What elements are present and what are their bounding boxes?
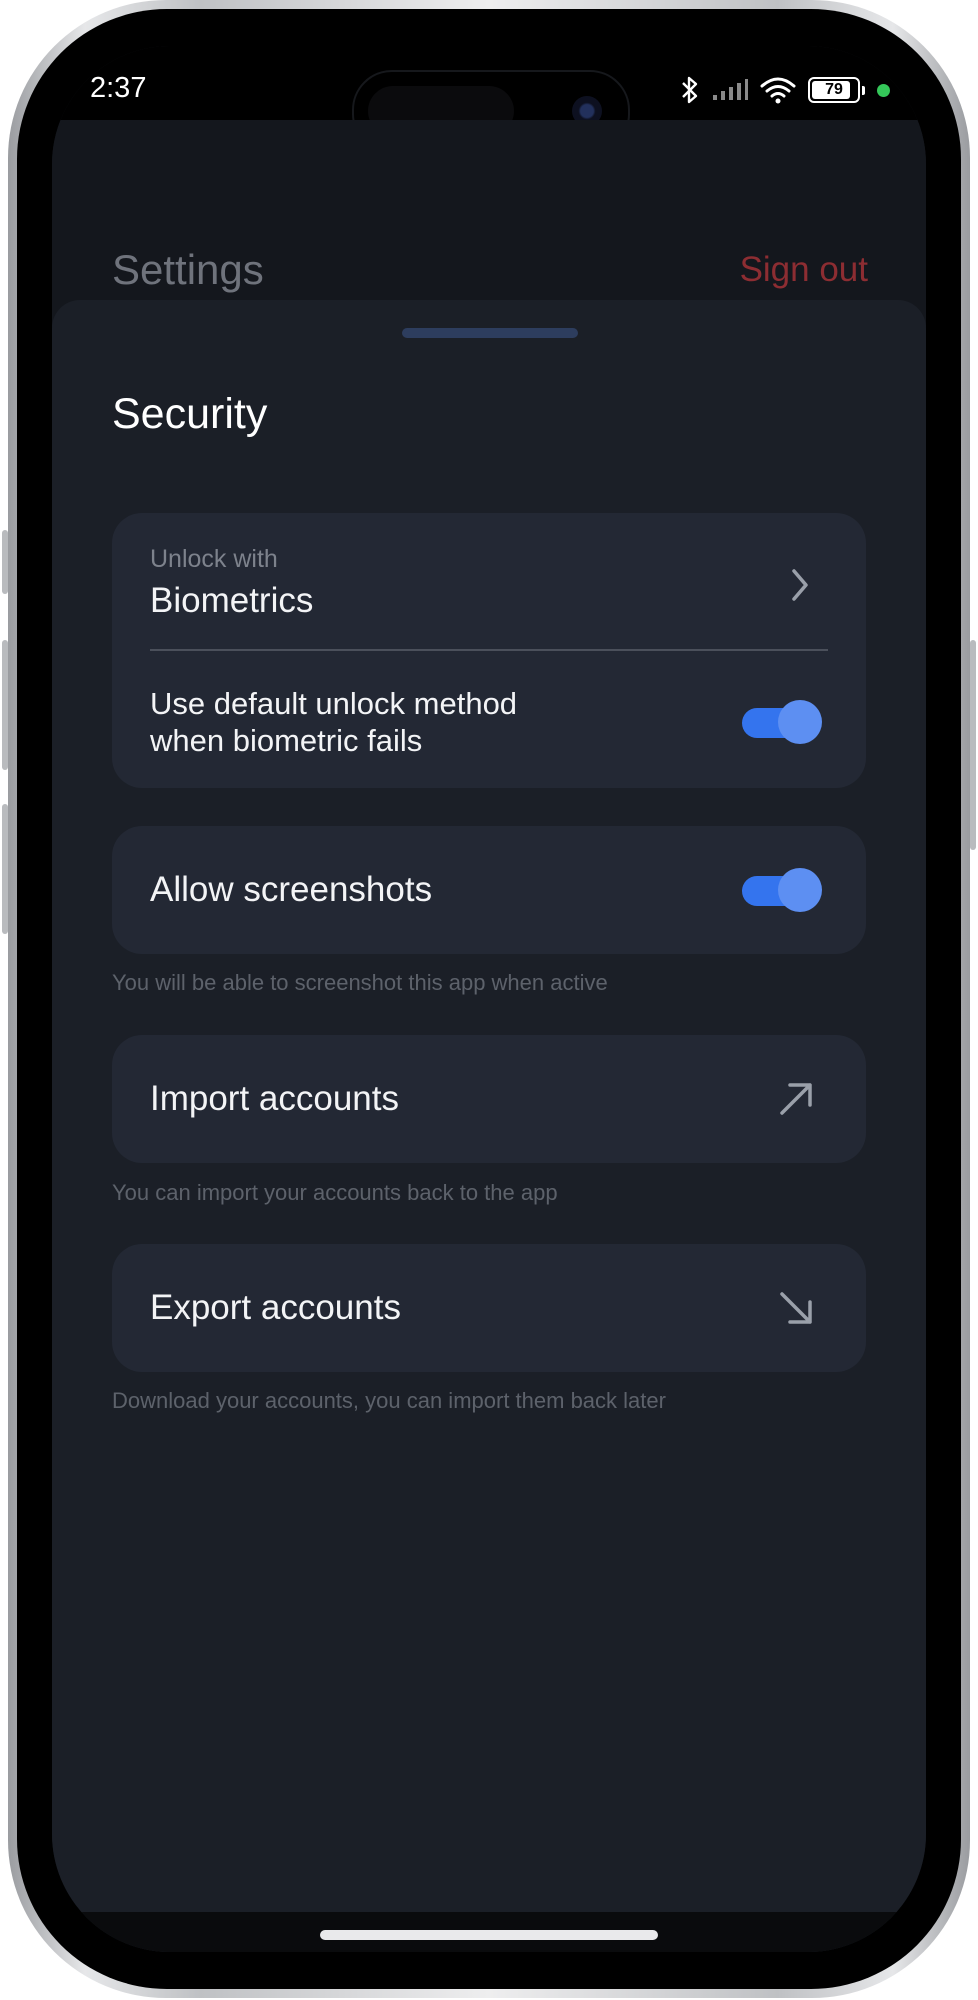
arrow-down-right-icon [780,1292,812,1324]
sheet-grabber[interactable] [402,328,578,338]
allow-screenshots-label: Allow screenshots [150,870,433,909]
allow-screenshots-toggle[interactable] [742,868,822,912]
export-accounts-label: Export accounts [150,1288,401,1327]
battery-percentage: 79 [825,81,843,98]
power-button [970,640,976,850]
page-title: Settings [112,246,264,293]
unlock-with-value: Biometrics [150,581,314,620]
security-sheet: Security Unlock with Biometrics Use defa… [52,300,926,1952]
unlock-with-row[interactable]: Unlock with Biometrics [112,513,866,649]
unlock-with-label: Unlock with [150,545,278,573]
status-time: 2:37 [90,72,147,104]
cellular-signal-icon [713,79,748,100]
default-unlock-toggle[interactable] [742,700,822,744]
default-unlock-label: Use default unlock method when biometric… [150,685,517,759]
battery-tip [862,85,865,95]
toggle-knob [778,700,822,744]
sign-out-button[interactable]: Sign out [740,250,868,290]
mute-switch [2,530,8,594]
status-icons: 79 [680,70,890,110]
default-unlock-label-line2: when biometric fails [150,723,423,758]
volume-down-button [2,804,8,934]
screenshots-helper-text: You will be able to screenshot this app … [112,970,608,995]
allow-screenshots-card: Allow screenshots [112,826,866,954]
import-helper-text: You can import your accounts back to the… [112,1180,558,1205]
unlock-card: Unlock with Biometrics Use default unloc… [112,513,866,788]
export-accounts-button[interactable]: Export accounts [112,1244,866,1372]
toggle-knob [778,868,822,912]
sheet-title: Security [112,390,268,438]
arrow-up-right-icon [780,1083,812,1115]
bluetooth-icon [682,76,698,104]
chevron-right-icon [792,569,808,601]
volume-up-button [2,640,8,770]
default-unlock-label-line1: Use default unlock method [150,686,518,721]
home-indicator[interactable] [320,1930,658,1940]
battery-icon: 79 [808,77,860,103]
card-divider [150,649,828,651]
import-accounts-button[interactable]: Import accounts [112,1035,866,1163]
wifi-icon [760,77,796,104]
app-screen: 2:37 79 Settings Sign out Security Unloc… [52,46,926,1952]
import-accounts-label: Import accounts [150,1079,399,1118]
export-helper-text: Download your accounts, you can import t… [112,1388,666,1413]
privacy-indicator-dot [877,83,890,97]
